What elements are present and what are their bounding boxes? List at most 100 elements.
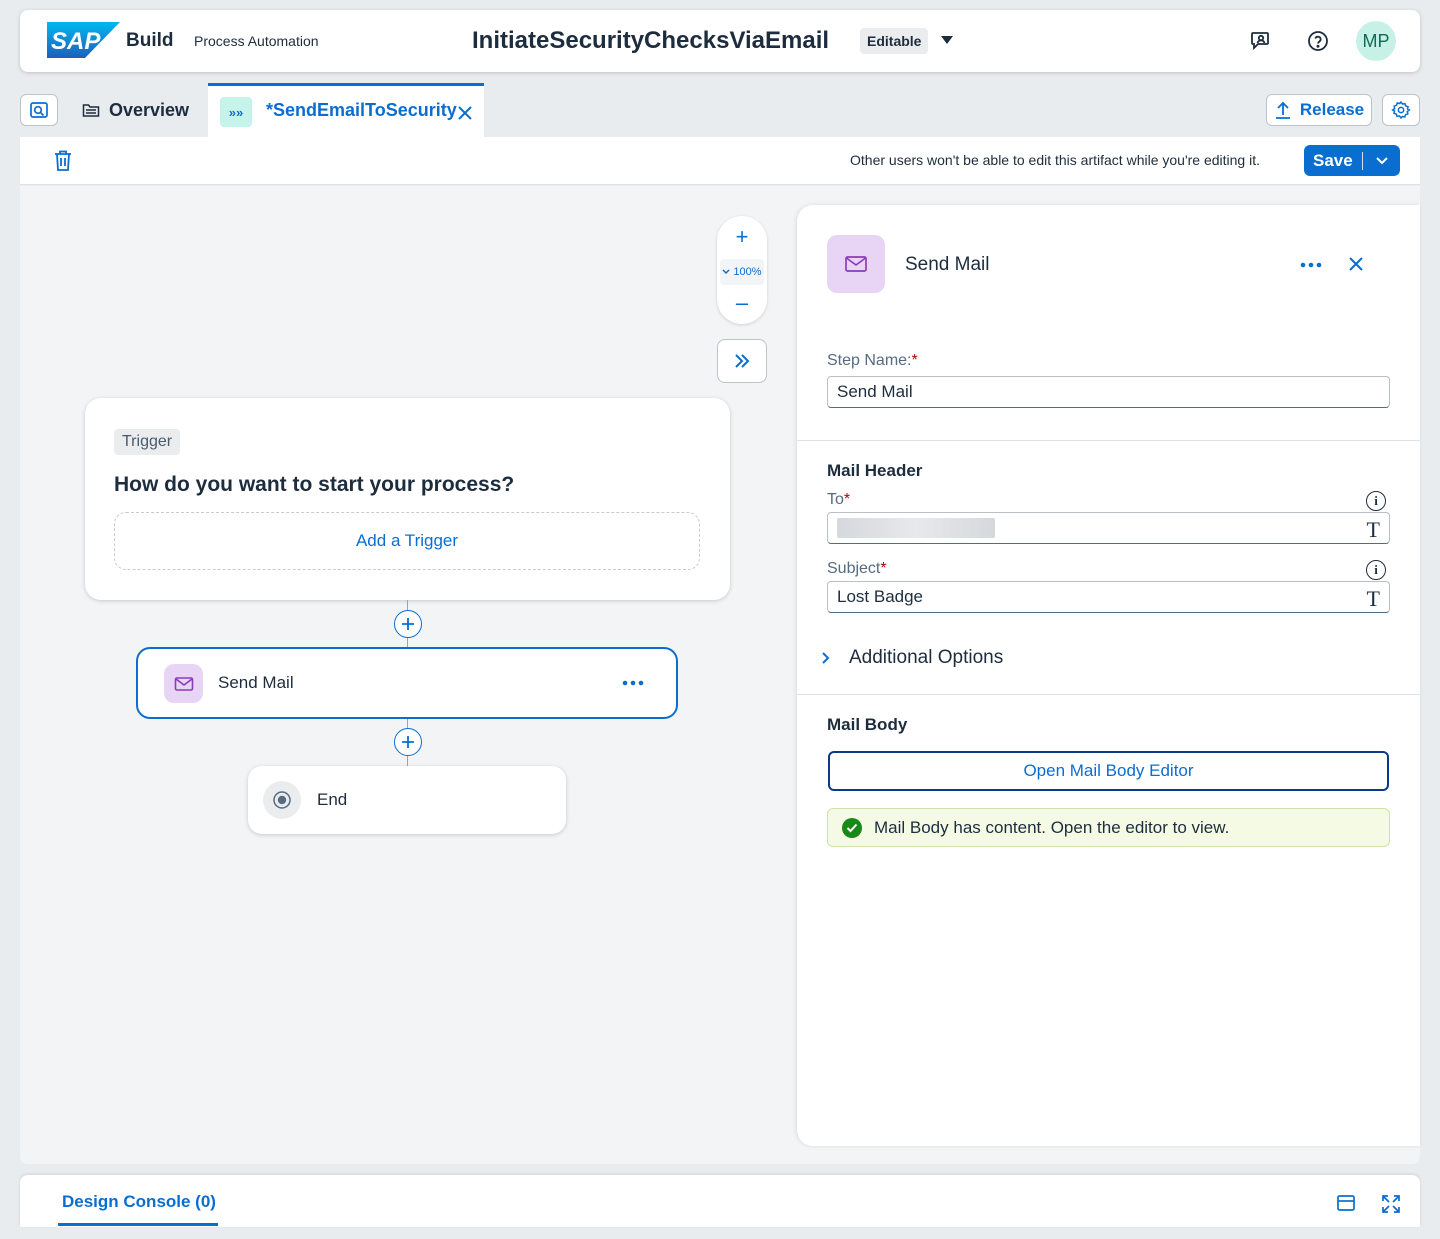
panel-mail-icon-box (827, 235, 885, 293)
to-input[interactable]: T (827, 512, 1390, 544)
plus-icon (402, 618, 414, 630)
additional-options-toggle[interactable]: Additional Options (821, 647, 1003, 669)
folder-icon (82, 104, 100, 117)
add-step-button[interactable] (394, 610, 422, 638)
save-split-button[interactable]: Save (1304, 145, 1400, 176)
shell-bar: SAP Build Process Automation InitiateSec… (20, 10, 1420, 72)
avatar[interactable]: MP (1356, 21, 1396, 61)
zoom-control: + 100% – (717, 216, 767, 324)
open-mail-body-editor-button[interactable]: Open Mail Body Editor (828, 751, 1389, 791)
lock-message: Other users won't be able to edit this a… (850, 152, 1260, 168)
additional-options-label: Additional Options (849, 647, 1004, 668)
tab-active-label: *SendEmailToSecurity (266, 100, 457, 120)
caret-down-icon[interactable] (941, 36, 953, 44)
step-properties-panel: Send Mail Step Name:* Send Mail Mail Hea… (797, 205, 1420, 1146)
zoom-out-button[interactable]: – (717, 290, 767, 316)
more-options-icon[interactable] (1299, 255, 1323, 275)
feedback-icon (1251, 32, 1269, 51)
required-marker: * (843, 491, 851, 508)
text-format-icon[interactable]: T (1367, 586, 1380, 612)
plus-icon (402, 736, 414, 748)
step-name-label-text: Step Name: (827, 352, 912, 369)
search-artifacts-button[interactable] (20, 94, 58, 126)
trigger-chip: Trigger (114, 429, 181, 455)
tab-design-console[interactable]: Design Console (0) (62, 1192, 216, 1212)
end-node-label: End (317, 790, 348, 809)
double-chevron-right-icon (735, 354, 750, 368)
sap-logo[interactable]: SAP (47, 22, 120, 58)
to-label: To* (827, 491, 850, 509)
chevron-down-icon (1375, 156, 1388, 164)
status-badge: Editable (860, 28, 929, 54)
help-icon (1308, 31, 1328, 51)
subject-label-text: Subject (827, 560, 881, 577)
active-tab-indicator (58, 1223, 218, 1226)
info-icon[interactable]: i (1366, 491, 1386, 511)
close-tab-icon[interactable] (456, 100, 474, 124)
end-icon-box (263, 781, 301, 819)
trigger-card: Trigger How do you want to start your pr… (85, 398, 730, 600)
settings-button[interactable] (1382, 94, 1420, 126)
tab-overview-label: Overview (109, 99, 190, 120)
more-options-icon[interactable] (622, 673, 644, 693)
text-format-icon[interactable]: T (1367, 517, 1380, 543)
process-icon: »» (220, 97, 252, 127)
help-button[interactable] (1302, 25, 1334, 57)
subject-input[interactable]: Lost Badge T (827, 581, 1390, 613)
panel-title: Send Mail (905, 254, 990, 275)
send-mail-node[interactable]: Send Mail (136, 647, 678, 719)
end-node[interactable]: End (248, 766, 566, 834)
design-console: Design Console (0) (20, 1175, 1420, 1227)
info-icon[interactable]: i (1366, 560, 1386, 580)
save-separator (1362, 151, 1363, 170)
expand-panel-button[interactable] (717, 339, 767, 383)
mail-icon (845, 256, 867, 272)
required-marker: * (911, 352, 918, 369)
gear-icon (1391, 100, 1411, 120)
send-mail-node-label: Send Mail (218, 673, 294, 692)
close-panel-icon[interactable] (1345, 253, 1367, 275)
feedback-button[interactable] (1244, 25, 1276, 57)
mail-body-status-strip: Mail Body has content. Open the editor t… (827, 808, 1390, 847)
save-button[interactable]: Save (1304, 151, 1362, 171)
add-trigger-button[interactable]: Add a Trigger (114, 512, 700, 570)
module-name: Process Automation (194, 33, 319, 49)
save-options-button[interactable] (1363, 156, 1400, 166)
mail-body-status: Mail Body has content. Open the editor t… (874, 817, 1230, 837)
zoom-in-button[interactable]: + (717, 224, 767, 250)
tab-send-email-to-security[interactable]: »» *SendEmailToSecurity (208, 83, 484, 137)
zoom-level: 100% (733, 266, 762, 278)
step-name-label: Step Name:* (827, 352, 918, 370)
upload-icon (1275, 101, 1290, 119)
redacted-email (837, 518, 995, 538)
to-label-text: To (827, 491, 844, 508)
step-name-input[interactable]: Send Mail (827, 376, 1390, 408)
chevron-right-icon (822, 652, 830, 664)
chevron-down-icon (722, 269, 730, 275)
delete-icon[interactable] (52, 149, 74, 173)
search-document-icon (30, 102, 48, 118)
success-icon (842, 817, 862, 838)
product-name[interactable]: Build (126, 30, 174, 52)
subject-value: Lost Badge (837, 587, 924, 606)
section-divider (797, 694, 1420, 695)
release-label: Release (1299, 100, 1365, 119)
section-divider (797, 440, 1420, 441)
required-marker: * (880, 560, 887, 577)
panel-layout-icon[interactable] (1336, 1193, 1356, 1213)
zoom-level-select[interactable]: 100% (720, 259, 764, 285)
page-title: InitiateSecurityChecksViaEmail (472, 27, 830, 54)
mail-node-icon-box (164, 664, 203, 703)
editor-toolbar: Other users won't be able to edit this a… (20, 137, 1420, 185)
fullscreen-icon[interactable] (1380, 1193, 1402, 1215)
tab-overview[interactable]: Overview (82, 98, 189, 122)
release-button[interactable]: Release (1266, 94, 1372, 126)
sap-logo-text: SAP (51, 28, 101, 55)
stop-icon (273, 791, 291, 809)
mail-body-title: Mail Body (827, 715, 908, 734)
mail-header-title: Mail Header (827, 461, 923, 480)
subject-label: Subject* (827, 560, 887, 578)
mail-icon (174, 676, 193, 691)
add-step-button[interactable] (394, 728, 422, 756)
trigger-question: How do you want to start your process? (114, 473, 515, 496)
